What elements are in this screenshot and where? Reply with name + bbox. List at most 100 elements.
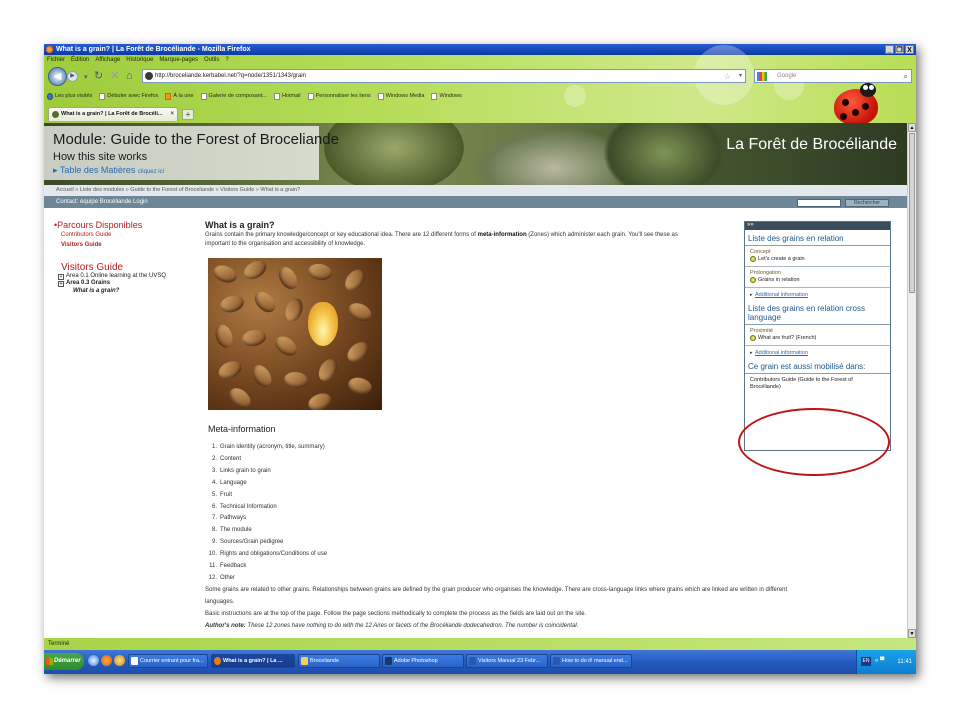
how-site-works-link[interactable]: How this site works: [53, 151, 147, 163]
taskbar-item[interactable]: Adobe Photoshop: [382, 654, 464, 668]
scroll-down-arrow-icon[interactable]: ▼: [908, 629, 916, 638]
ladybug-head: [860, 83, 876, 97]
grain-dot-icon: [750, 277, 756, 283]
menu-affichage[interactable]: Affichage: [95, 55, 120, 65]
related-grain-link[interactable]: Let's create a grain: [745, 255, 890, 263]
theme-bubble: [564, 85, 586, 107]
site-banner: Module: Guide to the Forest of Brocelian…: [44, 123, 907, 185]
bookmark-star-icon[interactable]: ☆: [724, 70, 731, 83]
firefox-icon: [214, 657, 221, 665]
vertical-scrollbar[interactable]: ▲ ▼: [907, 123, 916, 638]
browser-tab[interactable]: What is a grain? | La Forêt de Brocéli..…: [48, 107, 178, 121]
grain-dot-icon: [750, 335, 756, 341]
google-icon[interactable]: [757, 72, 767, 81]
scrollbar-thumb[interactable]: [909, 133, 915, 293]
list-item: 11. Feedback: [209, 563, 247, 570]
taskbar-item-active[interactable]: What is a grain? | La ...: [211, 654, 295, 668]
grain-dot-icon: [750, 256, 756, 262]
url-dropdown-icon[interactable]: ▾: [739, 70, 742, 83]
related-grain-link[interactable]: What are fruit? (French): [745, 334, 890, 342]
table-of-contents-link[interactable]: ▸ Table des Matières cliquez ici: [53, 165, 164, 176]
start-button[interactable]: Démarrer: [44, 653, 84, 670]
visitors-guide-link[interactable]: Visitors Guide: [54, 240, 204, 250]
menu-fichier[interactable]: Fichier: [47, 55, 65, 65]
closing-text: Some grains are related to other grains.…: [205, 584, 895, 632]
contributors-guide-link[interactable]: Contributors Guide: [54, 230, 204, 240]
bookmark-item[interactable]: Galerie de composant...: [200, 90, 267, 102]
tray-icons[interactable]: « ▀: [875, 658, 884, 664]
forward-button[interactable]: ▶: [67, 71, 78, 82]
search-icon[interactable]: ⌕: [904, 70, 908, 83]
maximize-button[interactable]: ❐: [895, 45, 904, 54]
mobilise-text[interactable]: Contributors Guide (Guide to the Forest …: [745, 377, 890, 391]
tree-item-area-0-3[interactable]: + Area 0.3 Grains: [54, 280, 204, 287]
tab-close-icon[interactable]: ×: [170, 108, 174, 121]
close-button[interactable]: X: [905, 45, 914, 54]
url-bar[interactable]: http://broceliande.kerbabel.net/?q=node/…: [142, 69, 746, 83]
wheat-seed: [306, 262, 334, 282]
quicklaunch-folder-icon[interactable]: [114, 655, 125, 666]
bookmark-item[interactable]: Débuter avec Firefox: [99, 90, 158, 102]
taskbar-item[interactable]: How to do it! manual end...: [550, 654, 632, 668]
taskbar-item[interactable]: Broceliande: [298, 654, 380, 668]
reload-icon[interactable]: ↻: [94, 71, 103, 82]
system-tray: EN « ▀ 11:41: [856, 650, 916, 674]
language-indicator[interactable]: EN: [861, 657, 871, 666]
quicklaunch-firefox-icon[interactable]: [101, 655, 112, 666]
ladybug-theme-image: [834, 83, 878, 125]
tree-item-area-0-1[interactable]: + Area 0.1 Online learning at the UVSQ: [54, 273, 204, 280]
bookmark-item[interactable]: Windows: [431, 90, 462, 102]
site-title[interactable]: La Forêt de Brocéliande: [726, 136, 897, 154]
dropdown-arrow-icon[interactable]: ▾: [84, 72, 88, 83]
stop-icon[interactable]: ✕: [110, 71, 119, 82]
menu-help[interactable]: ?: [225, 55, 228, 65]
status-bar: Terminé: [44, 638, 916, 650]
bookmark-item[interactable]: Hotmail: [273, 90, 301, 102]
menu-edition[interactable]: Édition: [71, 55, 89, 65]
bookmark-item[interactable]: À la une: [165, 90, 194, 102]
related-grain-link[interactable]: Grains in relation: [745, 276, 890, 284]
menu-marque-pages[interactable]: Marque-pages: [159, 55, 198, 65]
back-button[interactable]: ◀: [48, 67, 67, 86]
bookmark-item[interactable]: Personnaliser les liens: [307, 90, 371, 102]
tree-item-current[interactable]: What is a grain?: [54, 287, 204, 295]
module-title[interactable]: Module: Guide to the Forest of Brocelian…: [53, 131, 339, 148]
page-icon: [377, 92, 384, 100]
page-icon: [273, 92, 280, 100]
bookmarks-toolbar: Les plus visités Débuter avec Firefox À …: [44, 90, 462, 102]
list-item: 4. Language: [211, 479, 247, 486]
page-icon: [307, 92, 314, 100]
page-icon: [431, 92, 438, 100]
minimize-button[interactable]: _: [885, 45, 894, 54]
site-search-button[interactable]: Rechercher: [845, 199, 889, 207]
menu-historique[interactable]: Historique: [126, 55, 153, 65]
home-icon[interactable]: ⌂: [126, 71, 133, 82]
breadcrumb[interactable]: Accueil » Liste des modules » Guide to t…: [44, 185, 907, 196]
mobilise-heading: Ce grain est aussi mobilisé dans:: [745, 358, 890, 374]
list-item: 5. Fruit: [211, 491, 232, 498]
taskbar-item[interactable]: Visitors Manual 23 Febr...: [466, 654, 548, 668]
word-icon: [553, 657, 560, 665]
search-bar[interactable]: Google ⌕: [754, 69, 912, 83]
wheat-seed: [250, 287, 280, 317]
navigation-toolbar: ◀ ▶ ▾ ↻ ✕ ⌂ http://broceliande.kerbabel.…: [44, 66, 916, 87]
taskbar-item[interactable]: Courrier entrant pour fra...: [128, 654, 208, 668]
screenshot-frame: What is a grain? | La Forêt de Brocélian…: [44, 44, 916, 674]
expand-icon[interactable]: +: [58, 273, 64, 280]
list-item: 7. Pathways: [211, 515, 247, 522]
panel-header[interactable]: »»: [745, 222, 890, 230]
contact-bar[interactable]: Contact: équipe Brocéliande Login: [44, 196, 907, 208]
bookmark-item[interactable]: Les plus visités: [47, 90, 92, 102]
list-item: 3. Links grain to grain: [211, 467, 271, 474]
quicklaunch-ie-icon[interactable]: [88, 655, 99, 666]
additional-information-link[interactable]: Additional information: [745, 349, 890, 358]
bookmark-item[interactable]: Windows Media: [377, 90, 424, 102]
new-tab-button[interactable]: +: [182, 109, 194, 120]
site-search-input[interactable]: [797, 199, 841, 207]
wheat-seed: [225, 384, 255, 410]
menu-outils[interactable]: Outils: [204, 55, 219, 65]
additional-information-link[interactable]: Additional information: [745, 291, 890, 300]
scroll-up-arrow-icon[interactable]: ▲: [908, 123, 916, 132]
expand-icon[interactable]: +: [58, 280, 64, 287]
list-item: 6. Technical Information: [211, 503, 277, 510]
